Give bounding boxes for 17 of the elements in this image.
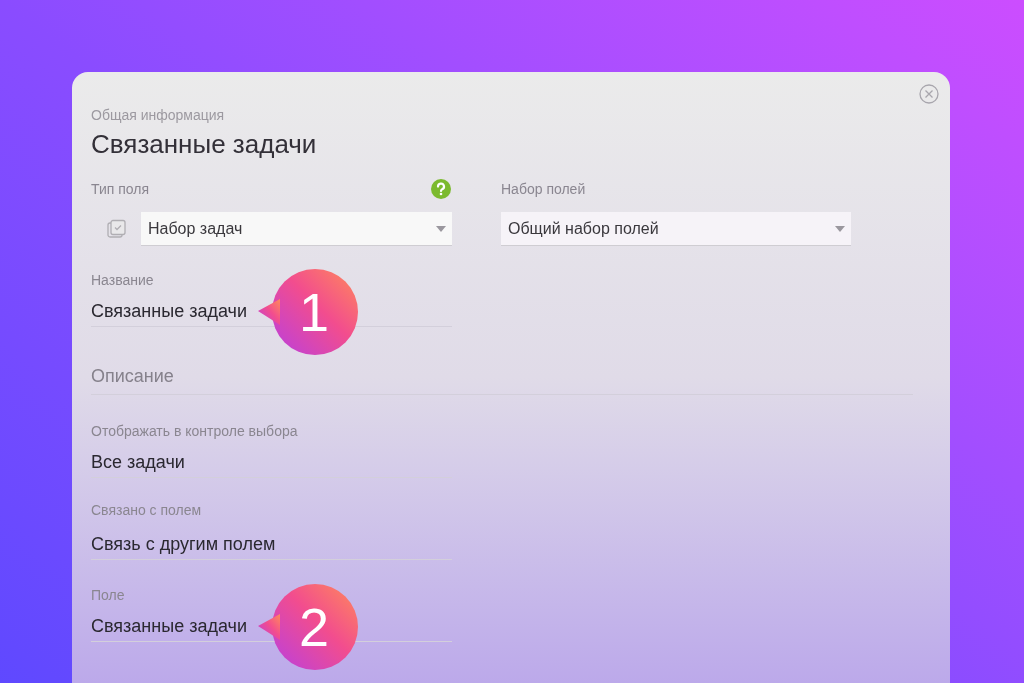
- dialog-title: Связанные задачи: [91, 128, 318, 161]
- text-field[interactable]: Связь с другим полем: [91, 520, 452, 560]
- field-type-dropdown[interactable]: Набор задач: [141, 212, 452, 246]
- field-label: Поле: [91, 586, 126, 605]
- field-label: Связано с полем: [91, 501, 203, 520]
- field-label: Название: [91, 271, 155, 290]
- clipboard-icon: [107, 219, 127, 239]
- help-icon[interactable]: [431, 179, 451, 199]
- dropdown-caret-icon: [436, 225, 446, 232]
- section-label: Общая информация: [91, 106, 226, 125]
- dropdown-caret-icon: [835, 225, 845, 232]
- close-icon[interactable]: [919, 84, 939, 104]
- field-set-dropdown[interactable]: Общий набор полей: [501, 212, 851, 246]
- text-field[interactable]: Все задачи: [91, 441, 452, 478]
- field-label: Набор полей: [501, 180, 587, 199]
- field-label: Отображать в контроле выбора: [91, 422, 299, 441]
- field-label: Тип поля: [91, 179, 150, 199]
